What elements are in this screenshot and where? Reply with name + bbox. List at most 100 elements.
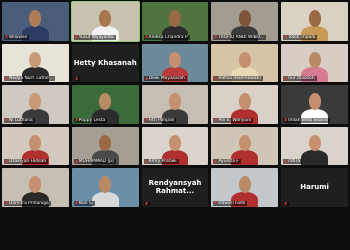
- participant-face: [29, 10, 42, 27]
- participant-name-label: TAUFIQ ANDI WIBO...: [213, 34, 267, 40]
- participant-name-label: Damitra Prihaniga: [4, 200, 51, 206]
- mic-muted-icon: [144, 35, 148, 39]
- participant-tile[interactable]: Wilowen: [2, 2, 69, 41]
- participant-tile[interactable]: TAUFIQ ANDI WIBO...: [211, 2, 279, 41]
- participant-tile[interactable]: Amry Pratiwi: [141, 126, 209, 165]
- mic-muted-icon: [74, 118, 78, 122]
- participant-face: [29, 134, 42, 152]
- participant-name-label: Rahsa (Rahmawati): [213, 76, 264, 81]
- mic-muted-icon: [284, 76, 288, 81]
- participant-tile[interactable]: Fitri Pahjadi: [141, 85, 209, 124]
- mic-muted-icon: [5, 118, 8, 122]
- participant-name-label: MUHAMMAD (p): [73, 159, 116, 164]
- participant-tile[interactable]: Ani S. Wahyuni: [211, 85, 279, 124]
- participant-tile[interactable]: Dzakiyah Fadilah: [2, 126, 69, 165]
- participant-name-label: Ayunita F: [213, 159, 241, 164]
- mic-muted-icon: [214, 35, 218, 39]
- participant-tile[interactable]: Nadya Nurf. Lathif...: [2, 43, 69, 82]
- participant-name: Andika Chandra P: [148, 34, 188, 40]
- participant-face: [308, 93, 321, 110]
- mic-muted-icon: [144, 118, 148, 122]
- mic-muted-icon: [74, 35, 78, 39]
- participant-tile[interactable]: Ayunita F: [211, 126, 279, 165]
- participant-tile[interactable]: Nan S.: [71, 168, 139, 207]
- video-gallery-grid: Wilowen Yusuf Wijayanto Andika Chandra P TA…: [0, 0, 350, 250]
- participant-tile[interactable]: Ni Lutfiana: [2, 85, 69, 124]
- mic-muted-icon: [74, 201, 78, 205]
- participant-name: Dzakiyah Fadilah: [9, 159, 47, 164]
- mic-muted-icon: [144, 201, 148, 206]
- participant-face: [168, 93, 181, 110]
- participant-name: Dewi Mayasaroh: [148, 76, 185, 81]
- mic-muted-icon: [5, 201, 8, 205]
- participant-face: [238, 51, 251, 69]
- participant-face: [308, 10, 321, 27]
- participant-face: [99, 176, 112, 193]
- participant-face: [238, 176, 251, 193]
- participant-face: [99, 134, 112, 152]
- participant-name: nur masitoh: [288, 76, 315, 81]
- participant-face: [238, 10, 251, 27]
- participant-name-label: Nan S.: [73, 200, 96, 206]
- participant-tile[interactable]: rafisa: [281, 126, 348, 165]
- participant-tile[interactable]: Hetty Khasanah: [71, 43, 139, 82]
- participant-tile[interactable]: Tolok Tripadi: [281, 2, 348, 41]
- participant-name: rafisa: [288, 159, 301, 164]
- participant-face: [99, 93, 112, 110]
- mic-muted-icon: [284, 35, 288, 39]
- participant-name-label: [73, 77, 80, 81]
- participant-name-label: nur masitoh: [283, 76, 317, 81]
- participant-name: Ani S. Wahyuni: [218, 117, 252, 123]
- participant-display-name: Hetty Khasanah: [73, 58, 137, 67]
- participant-face: [168, 10, 181, 27]
- participant-name-label: Wilowen: [4, 34, 30, 40]
- participant-tile[interactable]: Poppy Lesta: [71, 85, 139, 124]
- participant-name: MUHAMMAD (p): [78, 159, 114, 164]
- mic-muted-icon: [214, 159, 218, 164]
- participant-name-label: Indah Beta Sitarisi: [283, 117, 331, 123]
- participant-name-label: [283, 201, 290, 206]
- participant-tile[interactable]: Dewi Mayasaroh: [141, 43, 209, 82]
- participant-name-label: rafisa: [283, 159, 303, 164]
- participant-name: Ayunita F: [218, 159, 239, 164]
- participant-name: Yusuf Wijayanto: [78, 34, 114, 40]
- participant-name-label: Ani S. Wahyuni: [213, 117, 254, 123]
- participant-tile[interactable]: Rahsa (Rahmawati): [211, 43, 279, 82]
- participant-display-name: Rendyansyah Rahmat...: [148, 179, 202, 196]
- participant-tile[interactable]: MUHAMMAD (p): [71, 126, 139, 165]
- participant-tile[interactable]: Rendyansyah Rahmat...: [141, 168, 209, 207]
- participant-face: [99, 10, 112, 27]
- mic-muted-icon: [144, 159, 148, 164]
- participant-name: Hawari Fadli: [218, 200, 246, 206]
- participant-name: Nadya Nurf. Lathif...: [9, 76, 53, 81]
- participant-tile[interactable]: nur masitoh: [281, 43, 348, 82]
- participant-name: Tolok Tripadi: [288, 34, 316, 40]
- participant-tile[interactable]: Damitra Prihaniga: [2, 168, 69, 207]
- participant-name-label: Dzakiyah Fadilah: [4, 159, 49, 164]
- participant-tile[interactable]: Yusuf Wijayanto: [70, 1, 140, 42]
- participant-name-label: [143, 201, 150, 206]
- mic-muted-icon: [74, 77, 78, 81]
- participant-name-label: Hawari Fadli: [213, 200, 248, 206]
- participant-name: Ni Lutfiana: [9, 117, 33, 123]
- participant-tile[interactable]: Andika Chandra P: [141, 2, 209, 41]
- participant-name-label: Andika Chandra P: [143, 34, 190, 40]
- mic-muted-icon: [5, 76, 8, 81]
- participant-tile[interactable]: Indah Beta Sitarisi: [281, 85, 348, 124]
- participant-tile[interactable]: Harumi: [281, 168, 348, 207]
- mic-muted-icon: [284, 201, 288, 206]
- participant-name-label: Fitri Pahjadi: [143, 117, 177, 123]
- participant-tile[interactable]: Hawari Fadli: [211, 168, 279, 207]
- mic-muted-icon: [5, 159, 8, 164]
- mic-muted-icon: [5, 35, 8, 39]
- participant-body: [301, 150, 328, 165]
- participant-face: [168, 134, 181, 152]
- participant-face: [308, 134, 321, 152]
- participant-name: Rahsa (Rahmawati): [218, 76, 262, 81]
- participant-name-label: Yusuf Wijayanto: [73, 34, 116, 40]
- participant-name-label: Tolok Tripadi: [283, 34, 318, 40]
- participant-face: [29, 93, 42, 110]
- participant-name: Amry Pratiwi: [148, 159, 177, 164]
- mic-muted-icon: [214, 76, 218, 81]
- mic-muted-icon: [214, 201, 218, 205]
